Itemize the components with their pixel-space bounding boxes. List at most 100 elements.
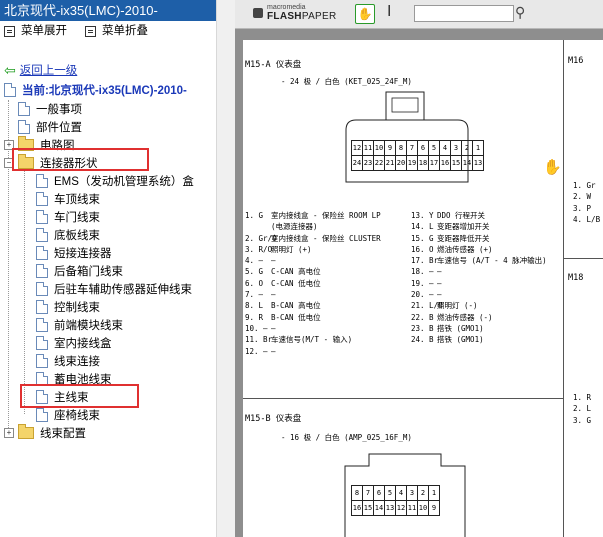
- pin-cell: 2: [461, 140, 473, 156]
- tree-item-tailgate-harness[interactable]: 后备箱门线束: [36, 262, 123, 280]
- pin-cell: 8: [351, 485, 363, 501]
- tree-item-label[interactable]: 后备箱门线束: [54, 263, 123, 279]
- tree-item-door-harness[interactable]: 车门线束: [36, 208, 100, 226]
- tree-item-label[interactable]: 底板线束: [54, 227, 100, 243]
- tree-item-front-module-harness[interactable]: 前端模块线束: [36, 316, 123, 334]
- document-page: M15-A 仪表盘 - 24 极 / 白色 (KET_025_24F_M) 12…: [243, 40, 603, 537]
- pin-cell: 13: [472, 155, 484, 171]
- pin-cell: 3: [450, 140, 462, 156]
- tree-item-seat-harness[interactable]: 座椅线束: [36, 406, 100, 424]
- doc-icon: [4, 83, 16, 97]
- tree-item-label[interactable]: 座椅线束: [54, 407, 100, 423]
- tree-item-junction-box[interactable]: 室内接线盒: [36, 334, 112, 352]
- pin-cell: 11: [362, 140, 374, 156]
- tree-item-label[interactable]: EMS（发动机管理系统）盒: [54, 173, 194, 189]
- pin-cell: 14: [461, 155, 473, 171]
- pane-splitter[interactable]: [216, 0, 236, 537]
- pin-cell: 10: [417, 500, 429, 516]
- pin-number: 8. L: [245, 301, 264, 311]
- pin-cell: 15: [450, 155, 462, 171]
- pin-description: 变距器增加开关: [437, 222, 490, 232]
- pin-description: 车速信号 (A/T - 4 脉冲输出): [437, 256, 547, 266]
- pin-number: 3. R/O: [245, 244, 273, 254]
- pin-row: 3. P: [573, 203, 592, 213]
- pin-description: C-CAN 低电位: [271, 278, 321, 288]
- m15a-pin-grid: 12 11 10 9 8 7 6 5 4 3 2 1 24 23 22 21 20 19 18 17 16 15 14 13: [351, 140, 484, 171]
- tree-item-label[interactable]: 室内接线盒: [54, 335, 112, 351]
- search-input[interactable]: [414, 5, 514, 22]
- pin-description: 照明灯 (-): [437, 301, 478, 311]
- pane-title: 北京现代-ix35(LMC)-2010-: [0, 0, 216, 21]
- pin-number: 13. Y: [411, 211, 434, 220]
- doc-icon: [18, 120, 30, 134]
- pin-row: 21. L/O 照明灯 (-): [411, 300, 547, 311]
- menu-expand-icon[interactable]: [4, 25, 15, 37]
- doc-icon: [36, 354, 48, 368]
- tree-item-label[interactable]: 车门线束: [54, 209, 100, 225]
- pin-row: 20. — —: [411, 289, 547, 300]
- hand-tool-button[interactable]: ✋: [355, 4, 375, 24]
- tree-item-component-location[interactable]: 部件位置: [18, 118, 82, 136]
- pin-row: 23. B 搭铁 (GMO1): [411, 323, 547, 334]
- pin-row: 14. L 变距器增加开关: [411, 221, 547, 232]
- back-link-label[interactable]: 返回上一级: [20, 62, 78, 78]
- expand-icon[interactable]: +: [4, 428, 14, 438]
- tree-item-harness-config[interactable]: + 线束配置: [4, 424, 86, 442]
- tree-item-label[interactable]: 控制线束: [54, 299, 100, 315]
- section-divider: [563, 258, 603, 259]
- back-arrow-icon: ⇦: [4, 62, 16, 78]
- pin-description: 变距器降低开关: [437, 233, 490, 243]
- tree-item-parking-sensor-harness[interactable]: 后驻车辅助传感器延伸线束: [36, 280, 192, 298]
- tree-item-control-harness[interactable]: 控制线束: [36, 298, 100, 316]
- tree-item-label[interactable]: 前端模块线束: [54, 317, 123, 333]
- doc-icon: [36, 336, 48, 350]
- tree-item-harness-connection[interactable]: 线束连接: [36, 352, 100, 370]
- tree-item-joint-connector[interactable]: 短接连接器: [36, 244, 112, 262]
- tree-item-label[interactable]: 后驻车辅助传感器延伸线束: [54, 281, 192, 297]
- macromedia-logo-icon: [253, 8, 263, 18]
- tree-item-label[interactable]: 线束连接: [54, 353, 100, 369]
- pin-row: (电源连接器): [245, 221, 381, 232]
- back-link[interactable]: ⇦ 返回上一级: [4, 62, 77, 78]
- pin-description: 燃油传感器 (-): [437, 312, 493, 322]
- tree-item-label[interactable]: 一般事项: [36, 101, 82, 117]
- pin-cell: 2: [417, 485, 429, 501]
- pin-cell: 19: [406, 155, 418, 171]
- pin-number: 14. L: [411, 222, 434, 232]
- pin-description: B-CAN 高电位: [271, 301, 321, 311]
- pin-description: —: [271, 290, 276, 300]
- pin-row: 5. G C-CAN 高电位: [245, 266, 381, 277]
- menu-collapse-icon[interactable]: [85, 25, 96, 37]
- menu-collapse-button[interactable]: 菜单折叠: [102, 21, 148, 41]
- current-location-label: 当前:北京现代-ix35(LMC)-2010-: [22, 85, 187, 97]
- pin-cell: 5: [428, 140, 440, 156]
- pin-cell: 4: [395, 485, 407, 501]
- tree-item-label[interactable]: 线束配置: [40, 425, 86, 441]
- m18-pin-list: 1. R 2. L 3. G: [573, 392, 591, 426]
- pin-cell: 10: [373, 140, 385, 156]
- pin-cell: 3: [406, 485, 418, 501]
- pin-row: 18. — —: [411, 266, 547, 277]
- pin-description: —: [271, 323, 276, 333]
- tree-item-general[interactable]: 一般事项: [18, 100, 82, 118]
- tree-item-label[interactable]: 短接连接器: [54, 245, 112, 261]
- tree-item-label[interactable]: 部件位置: [36, 119, 82, 135]
- pin-number: 22. B: [411, 312, 434, 322]
- m16-pin-list: 1. Gr 2. W 3. P 4. L/B: [573, 180, 600, 225]
- pin-cell: 6: [373, 485, 385, 501]
- flashpaper-logo: macromedia FLASHPAPER: [253, 4, 337, 22]
- m15a-pin-list-left: 1. G 室内接线盒 - 保险丝 ROOM LP (电源连接器) 2. Gr/O 室内接…: [245, 210, 381, 357]
- pin-cell: 12: [395, 500, 407, 516]
- menu-expand-button[interactable]: 菜单展开: [21, 21, 67, 41]
- pin-description: 搭铁 (GMO1): [437, 335, 484, 345]
- pin-description: (电源连接器): [271, 222, 318, 232]
- tree-item-label[interactable]: 车顶线束: [54, 191, 100, 207]
- text-select-tool-icon[interactable]: I: [387, 3, 391, 21]
- tree-item-floor-harness[interactable]: 底板线束: [36, 226, 100, 244]
- doc-icon: [18, 102, 30, 116]
- tree-item-roof-harness[interactable]: 车顶线束: [36, 190, 100, 208]
- search-icon[interactable]: ⚲: [515, 4, 525, 21]
- pin-description: C-CAN 高电位: [271, 267, 321, 277]
- doc-icon: [36, 282, 48, 296]
- tree-item-ems-box[interactable]: EMS（发动机管理系统）盒: [36, 172, 194, 190]
